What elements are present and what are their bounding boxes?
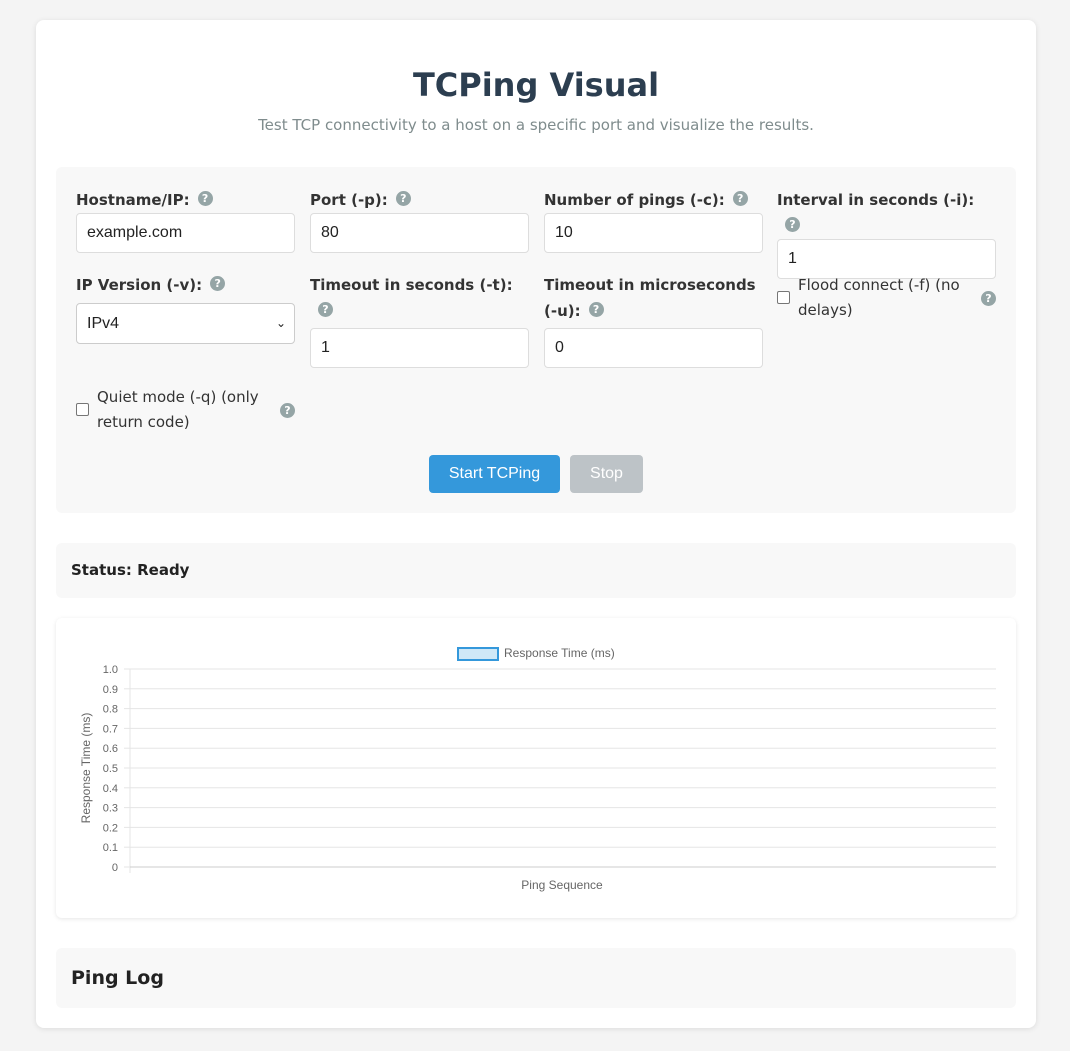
- port-label-text: Port (-p):: [310, 191, 388, 209]
- chevron-down-icon: ⌄: [275, 316, 286, 330]
- legend-swatch: [457, 647, 499, 661]
- y-tick-label: 0.3: [103, 803, 118, 815]
- y-tick-label: 0: [112, 862, 118, 874]
- page-title: TCPing Visual: [412, 66, 660, 104]
- count-label: Number of pings (-c):?: [544, 187, 763, 213]
- settings-form: Hostname/IP:? example.com Port (-p):? 80…: [56, 167, 1016, 513]
- timeout-s-label: Timeout in seconds (-t):?: [310, 272, 529, 324]
- y-tick-label: 0.5: [103, 763, 118, 775]
- port-label: Port (-p):?: [310, 187, 529, 213]
- ip-version-selected: IPv4: [87, 315, 120, 332]
- quiet-label: Quiet mode (-q) (only return code): [97, 388, 259, 431]
- ping-log-panel: Ping Log: [56, 948, 1016, 1008]
- status-panel: Status: Ready: [56, 543, 1016, 598]
- ip-version-group: IP Version (-v):? IPv4 ⌄: [76, 272, 295, 344]
- flood-group: Flood connect (-f) (no delays) ?: [777, 272, 996, 327]
- count-input[interactable]: 10: [544, 213, 763, 253]
- help-icon[interactable]: ?: [395, 191, 411, 206]
- help-icon[interactable]: ?: [280, 403, 295, 418]
- response-chart: Response Time (ms) 0 0.1 0.2 0.3 0.4 0.5 0.6 0.7…: [56, 618, 1016, 918]
- quiet-group: Quiet mode (-q) (only return code) ?: [76, 384, 295, 439]
- hostname-label: Hostname/IP:?: [76, 187, 295, 213]
- x-axis-title: Ping Sequence: [521, 878, 603, 892]
- ip-version-label-text: IP Version (-v):: [76, 276, 203, 294]
- y-tick-label: 0.1: [103, 842, 118, 854]
- y-axis-title: Response Time (ms): [79, 713, 93, 824]
- hostname-label-text: Hostname/IP:: [76, 191, 190, 209]
- count-label-text: Number of pings (-c):: [544, 191, 725, 209]
- interval-label: Interval in seconds (-i):?: [777, 187, 996, 239]
- hostname-group: Hostname/IP:? example.com: [76, 187, 295, 253]
- main-card: TCPing Visual Test TCP connectivity to a…: [36, 20, 1036, 1028]
- interval-label-text: Interval in seconds (-i):: [777, 191, 975, 209]
- timeout-us-input[interactable]: 0: [544, 328, 763, 368]
- timeout-us-label: Timeout in microseconds (-u):?: [544, 272, 763, 324]
- flood-label: Flood connect (-f) (no delays): [798, 276, 960, 319]
- hostname-input[interactable]: example.com: [76, 213, 295, 253]
- help-icon[interactable]: ?: [732, 191, 748, 206]
- chart-svg: Response Time (ms) 0 0.1 0.2 0.3 0.4 0.5 0.6 0.7…: [79, 646, 996, 892]
- stop-button[interactable]: Stop: [570, 455, 643, 493]
- help-icon[interactable]: ?: [318, 302, 333, 317]
- ping-log-title: Ping Log: [71, 967, 164, 989]
- help-icon[interactable]: ?: [785, 217, 800, 232]
- ip-version-select[interactable]: IPv4 ⌄: [76, 303, 295, 344]
- port-input[interactable]: 80: [310, 213, 529, 253]
- port-group: Port (-p):? 80: [310, 187, 529, 253]
- y-tick-label: 0.7: [103, 723, 118, 735]
- y-tick-label: 0.6: [103, 743, 118, 755]
- timeout-s-input[interactable]: 1: [310, 328, 529, 368]
- timeout-us-label-text: Timeout in microseconds (-u):: [544, 276, 756, 320]
- y-tick-label: 0.8: [103, 704, 118, 716]
- timeout-s-group: Timeout in seconds (-t):? 1: [310, 272, 529, 368]
- y-tick-label: 0.2: [103, 822, 118, 834]
- status-text: Status: Ready: [71, 561, 190, 579]
- timeout-us-group: Timeout in microseconds (-u):? 0: [544, 272, 763, 368]
- flood-checkbox[interactable]: [777, 291, 790, 304]
- legend-label: Response Time (ms): [504, 646, 615, 660]
- ip-version-label: IP Version (-v):?: [76, 272, 295, 298]
- y-tick-label: 0.4: [103, 783, 118, 795]
- help-icon[interactable]: ?: [210, 276, 226, 291]
- page-subtitle: Test TCP connectivity to a host on a spe…: [258, 116, 814, 134]
- timeout-s-label-text: Timeout in seconds (-t):: [310, 276, 513, 294]
- help-icon[interactable]: ?: [981, 291, 996, 306]
- help-icon[interactable]: ?: [197, 191, 213, 206]
- interval-group: Interval in seconds (-i):? 1: [777, 187, 996, 279]
- y-tick-label: 0.9: [103, 684, 118, 696]
- y-tick-label: 1.0: [103, 664, 118, 676]
- start-button[interactable]: Start TCPing: [429, 455, 560, 493]
- count-group: Number of pings (-c):? 10: [544, 187, 763, 253]
- quiet-checkbox[interactable]: [76, 403, 89, 416]
- help-icon[interactable]: ?: [588, 302, 604, 317]
